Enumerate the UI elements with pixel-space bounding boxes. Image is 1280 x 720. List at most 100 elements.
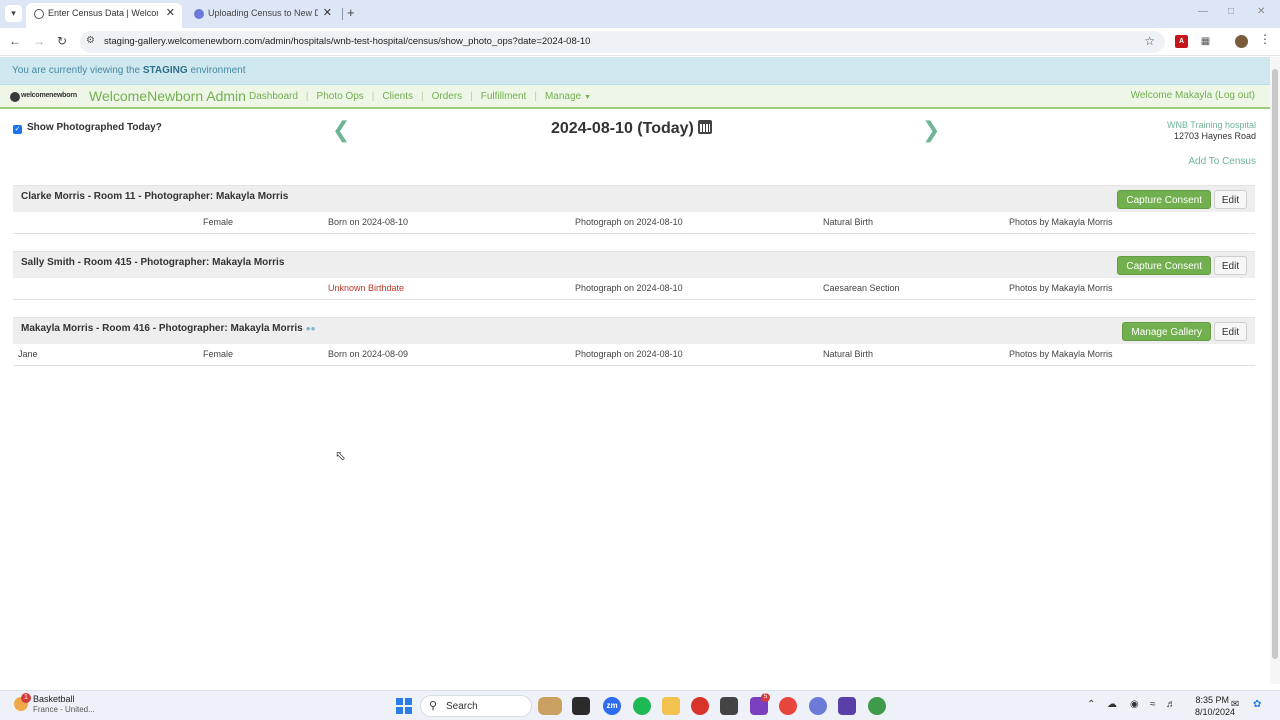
record-title: Clarke Morris - Room 11 - Photographer: … [21,191,289,202]
address-bar[interactable]: ⚙ staging-gallery.welcomenewborn.com/adm… [80,31,1165,53]
record-birth-type: Natural Birth [823,349,874,359]
edit-button[interactable]: Edit [1214,190,1247,209]
census-record: Makayla Morris - Room 416 - Photographer… [13,317,1255,366]
clock-date: 8/10/2024 [1195,707,1236,717]
site-info-icon[interactable]: ⚙ [86,35,95,46]
widget-subtitle[interactable]: France - United... [33,705,95,714]
pen-icon[interactable] [720,697,738,715]
previous-day-icon[interactable]: ❮ [332,118,350,142]
maximize-icon[interactable]: □ [1228,6,1234,17]
calendar-icon[interactable] [697,120,712,134]
close-window-icon[interactable]: ✕ [1257,6,1265,17]
nav-orders[interactable]: Orders [432,91,463,102]
record-gender: Female [203,349,234,359]
logo-icon[interactable] [10,92,20,102]
chat-bubbles-icon[interactable]: ●● [306,324,316,333]
copilot-icon[interactable]: ✿ [1253,699,1261,710]
hospital-name-link[interactable]: WNB Training hospital [1167,120,1256,131]
widget-image-icon[interactable] [538,697,562,715]
reload-icon[interactable]: ↻ [57,33,67,49]
tab-separator [342,8,343,20]
nav-dashboard[interactable]: Dashboard [249,91,298,102]
record-header: Sally Smith - Room 415 - Photographer: M… [13,251,1255,278]
tab-search-icon[interactable]: ▾ [5,5,22,22]
show-today-checkbox[interactable]: ✓ [13,125,22,134]
folder-icon[interactable] [662,697,680,715]
tab-title: Enter Census Data | WelcomeN [48,8,158,18]
record-header: Clarke Morris - Room 11 - Photographer: … [13,185,1255,212]
pdf-extension-icon[interactable]: A [1175,35,1188,48]
notification-badge: 1 [21,693,31,703]
taskbar-search[interactable]: ⚲ Search [420,695,532,717]
site-favicon-icon [34,9,44,19]
acrobat-icon[interactable] [691,697,709,715]
census-record: Clarke Morris - Room 11 - Photographer: … [13,185,1255,234]
logout-link[interactable]: (Log out) [1215,90,1255,101]
back-icon[interactable]: ← [9,33,21,49]
notification-bell-icon[interactable]: ✉ [1231,699,1239,710]
record-birth-type: Natural Birth [823,217,874,227]
manage-gallery-button[interactable]: Manage Gallery [1122,322,1211,341]
close-tab-icon[interactable]: ✕ [323,3,332,24]
start-menu-icon[interactable] [396,698,412,714]
hospital-address: 12703 Haynes Road [1173,131,1256,141]
nav-fulfillment[interactable]: Fulfillment [481,91,527,102]
nav-manage[interactable]: Manage ▼ [545,91,591,102]
tab-title: Uploading Census to New Dash [208,8,318,18]
nav-photo-ops[interactable]: Photo Ops [317,91,364,102]
bookmark-star-icon[interactable]: ☆ [1144,34,1155,48]
tab-enter-census[interactable]: Enter Census Data | WelcomeN ✕ [26,3,182,28]
record-first-name: Jane [18,349,38,359]
photo-app-icon[interactable] [838,697,856,715]
show-photographed-today[interactable]: ✓ Show Photographed Today? [13,122,162,134]
record-title-text: Makayla Morris - Room 416 - Photographer… [21,323,303,334]
microphone-icon[interactable]: ◉ [1130,699,1139,710]
edit-button[interactable]: Edit [1214,322,1247,341]
welcome-text: Welcome Makayla [1130,90,1213,101]
census-record: Sally Smith - Room 415 - Photographer: M… [13,251,1255,300]
profile-avatar[interactable] [1235,35,1248,48]
volume-icon[interactable]: ♬ [1166,699,1176,710]
record-photos-by: Photos by Makayla Morris [1009,283,1113,293]
spotify-icon[interactable] [633,697,651,715]
welcome-user: Welcome Makayla (Log out) [1131,90,1255,101]
browser-toolbar: ← → ↻ ⚙ staging-gallery.welcomenewborn.c… [0,28,1280,56]
caret-down-icon: ▼ [584,94,592,101]
capture-consent-button[interactable]: Capture Consent [1117,190,1211,209]
menu-kebab-icon[interactable]: ⋮ [1259,32,1271,46]
chrome-icon[interactable] [779,697,797,715]
file-explorer-icon[interactable] [572,697,590,715]
nav-manage-label: Manage [544,91,582,102]
minimize-icon[interactable]: — [1198,6,1208,17]
extensions-icon[interactable]: ▦ [1199,35,1212,48]
wifi-icon[interactable]: ≈ [1150,699,1156,710]
staging-suffix: environment [190,65,246,76]
clock-time: 8:35 PM [1195,695,1229,705]
app-notification-badge: 5 [761,693,770,702]
forward-icon[interactable]: → [33,33,45,49]
capture-consent-button[interactable]: Capture Consent [1117,256,1211,275]
tray-chevron-icon[interactable]: ⌃ [1087,699,1095,710]
cloud-icon[interactable]: ☁ [1107,699,1117,710]
page-scrollbar[interactable] [1270,57,1280,684]
new-tab-button[interactable]: + [347,5,355,21]
scrollbar-thumb[interactable] [1272,69,1278,659]
tab-uploading-census[interactable]: Uploading Census to New Dash ✕ [186,3,339,28]
close-tab-icon[interactable]: ✕ [166,3,175,24]
zoom-icon[interactable]: zm [603,697,621,715]
next-day-icon[interactable]: ❯ [922,118,940,142]
settings-icon[interactable] [809,697,827,715]
record-birth-type: Caesarean Section [823,283,900,293]
logo-text[interactable]: welcomenewborn [21,92,77,99]
chrome-profile-icon[interactable] [868,697,886,715]
add-to-census-link[interactable]: Add To Census [1188,156,1256,167]
url-text[interactable]: staging-gallery.welcomenewborn.com/admin… [104,36,590,47]
brand-title[interactable]: WelcomeNewborn Admin [89,88,246,104]
nav-clients[interactable]: Clients [382,91,413,102]
system-clock[interactable]: 8:35 PM 8/10/2024 [1195,694,1236,718]
widget-title[interactable]: Basketball [33,694,75,704]
record-title: Sally Smith - Room 415 - Photographer: M… [21,257,285,268]
record-photograph-date: Photograph on 2024-08-10 [575,283,683,293]
edit-button[interactable]: Edit [1214,256,1247,275]
hospital-info: WNB Training hospital 12703 Haynes Road [1167,120,1256,142]
